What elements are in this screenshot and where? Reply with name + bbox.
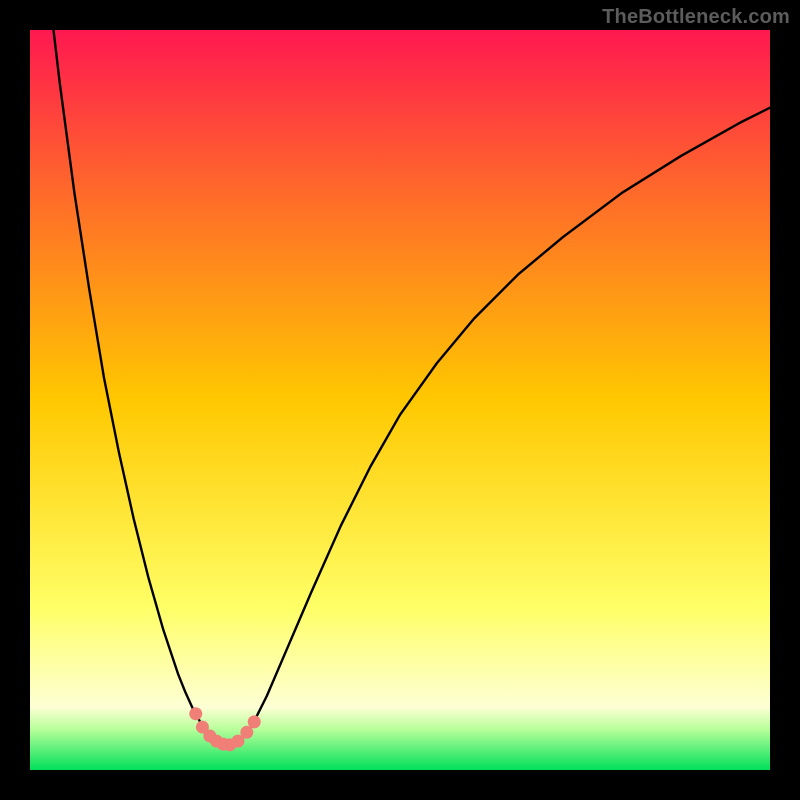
plot-area (30, 30, 770, 770)
marker-dot (189, 707, 202, 720)
marker-dot (248, 715, 261, 728)
gradient-background (30, 30, 770, 770)
bottleneck-chart (30, 30, 770, 770)
watermark-label: TheBottleneck.com (602, 6, 790, 29)
chart-frame: TheBottleneck.com (0, 0, 800, 800)
